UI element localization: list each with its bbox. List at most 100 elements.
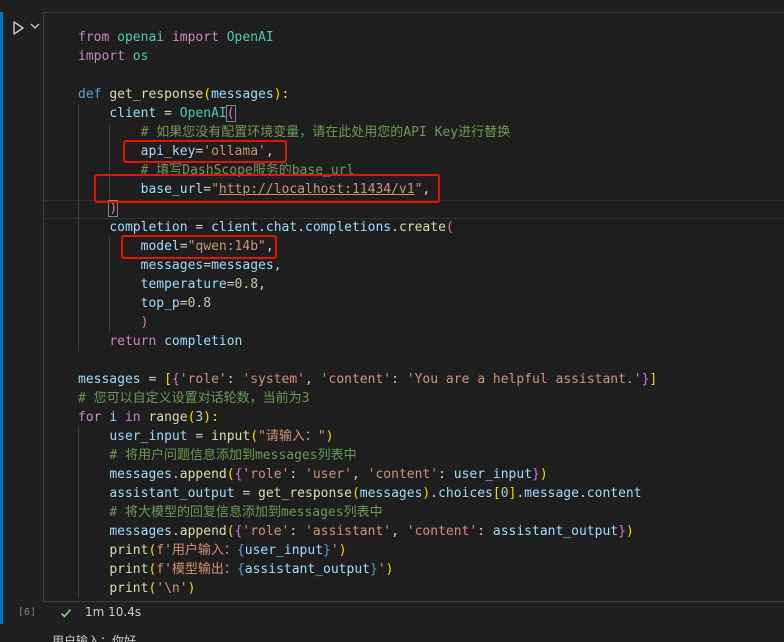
punctuation: : [438, 467, 454, 482]
code-line: # 您可以自定义设置对话轮数，当前为3 [78, 389, 784, 408]
variable: client [109, 106, 157, 121]
number-literal: 0.8 [187, 296, 212, 311]
code-line: for i in range(3): [78, 408, 784, 427]
code-line: # 将大模型的回复信息添加到messages列表中 [78, 503, 784, 522]
indent-guide [109, 142, 110, 161]
code-line: import os [78, 47, 784, 66]
operator: = [187, 220, 212, 235]
keyword: in [124, 410, 141, 425]
string-literal: ' [330, 543, 339, 558]
play-icon[interactable] [10, 20, 26, 36]
bracket: ( [351, 486, 360, 501]
comment: # 将大模型的回复信息添加到messages列表中 [109, 505, 383, 520]
indent-guide [78, 560, 79, 579]
string-literal: 'content' [367, 467, 439, 482]
code-line: print(f'用户输入：{user_input}') [78, 541, 784, 560]
string-literal: f'用户输入： [156, 543, 237, 558]
punctuation: . [578, 486, 587, 501]
code-block[interactable]: from openai import OpenAI import os def … [78, 28, 784, 598]
punctuation: : [477, 524, 493, 539]
punctuation: : [289, 524, 306, 539]
indent-guide [109, 294, 110, 313]
indent-guide [78, 541, 79, 560]
module-name: openai [117, 30, 165, 45]
comment: # 您可以自定义设置对话轮数，当前为3 [78, 391, 310, 406]
keyword: from [78, 30, 110, 45]
notebook-page: from openai import OpenAI import os def … [0, 0, 784, 642]
function-name: print [109, 543, 149, 558]
operator: = [226, 277, 235, 292]
variable: assistant_output [492, 524, 619, 539]
indent-guide [78, 313, 79, 332]
bracket: ) [140, 315, 149, 330]
bracket: ( [226, 524, 235, 539]
indent-guide [78, 142, 79, 161]
code-line: print('\n') [78, 579, 784, 598]
keyword-argument: messages [140, 258, 204, 273]
indent-guide [78, 104, 79, 123]
bracket: ): [203, 410, 219, 425]
cell-output: 用户输入：你好 [52, 634, 137, 642]
bracket: ( [250, 429, 259, 444]
variable: messages [359, 486, 423, 501]
bracket: ): [273, 87, 290, 102]
bracket: ) [385, 562, 394, 577]
string-literal: '\n' [156, 581, 188, 596]
punctuation: : [226, 372, 243, 387]
indent-guide [78, 256, 79, 275]
bracket: ) [187, 581, 196, 596]
indent-guide [78, 484, 79, 503]
highlight-box-api-key [123, 140, 287, 163]
keyword: import [171, 30, 219, 45]
string-literal: 'content' [320, 372, 392, 387]
punctuation: . [258, 220, 266, 235]
indent-guide [78, 294, 79, 313]
code-line: def get_response(messages): [78, 85, 784, 104]
string-literal: 'user' [305, 467, 352, 482]
operator: = [179, 296, 188, 311]
chevron-down-icon[interactable] [30, 21, 40, 31]
brace: } [370, 562, 378, 577]
string-literal: 'role' [242, 467, 290, 482]
code-line: temperature=0.8, [78, 275, 784, 294]
bracket: ( [203, 87, 212, 102]
brace: { [236, 543, 245, 558]
execution-time: 1m 10.4s [85, 605, 142, 619]
code-line: return completion [78, 332, 784, 351]
string-literal: 'system' [242, 372, 306, 387]
bracket: ) [625, 524, 634, 539]
code-line: from openai import OpenAI [78, 28, 784, 47]
indent-guide [109, 256, 110, 275]
string-literal: 'role' [242, 524, 290, 539]
indent-guide [78, 465, 79, 484]
bracket: [ [492, 486, 501, 501]
code-line: user_input = input("请输入：") [78, 427, 784, 446]
indent-guide [78, 332, 79, 351]
function-name: print [109, 581, 149, 596]
indent-guide [109, 313, 110, 332]
punctuation: , [305, 372, 321, 387]
cell-focus-indicator [0, 12, 3, 624]
operator: = [187, 429, 212, 444]
code-line: messages = [{'role': 'system', 'content'… [78, 370, 784, 389]
punctuation: , [391, 524, 407, 539]
code-line: # 将用户问题信息添加到messages列表中 [78, 446, 784, 465]
brace: } [323, 543, 331, 558]
attribute: message [524, 486, 579, 501]
variable: i [109, 410, 118, 425]
bracket: ) [539, 467, 548, 482]
punctuation: : [391, 372, 407, 387]
bracket: ( [225, 105, 236, 122]
indent-guide [78, 237, 79, 256]
indent-guide [109, 123, 110, 142]
function-name: get_response [258, 486, 352, 501]
variable: messages [78, 372, 141, 387]
function-name: get_response [109, 87, 204, 102]
bracket: } [618, 524, 626, 539]
class-name: OpenAI [179, 106, 227, 121]
punctuation: , [351, 467, 368, 482]
attribute: choices [438, 486, 493, 501]
indent-guide [78, 180, 79, 199]
string-literal: 'You are a helpful assistant.' [406, 372, 642, 387]
indent-guide [78, 579, 79, 598]
